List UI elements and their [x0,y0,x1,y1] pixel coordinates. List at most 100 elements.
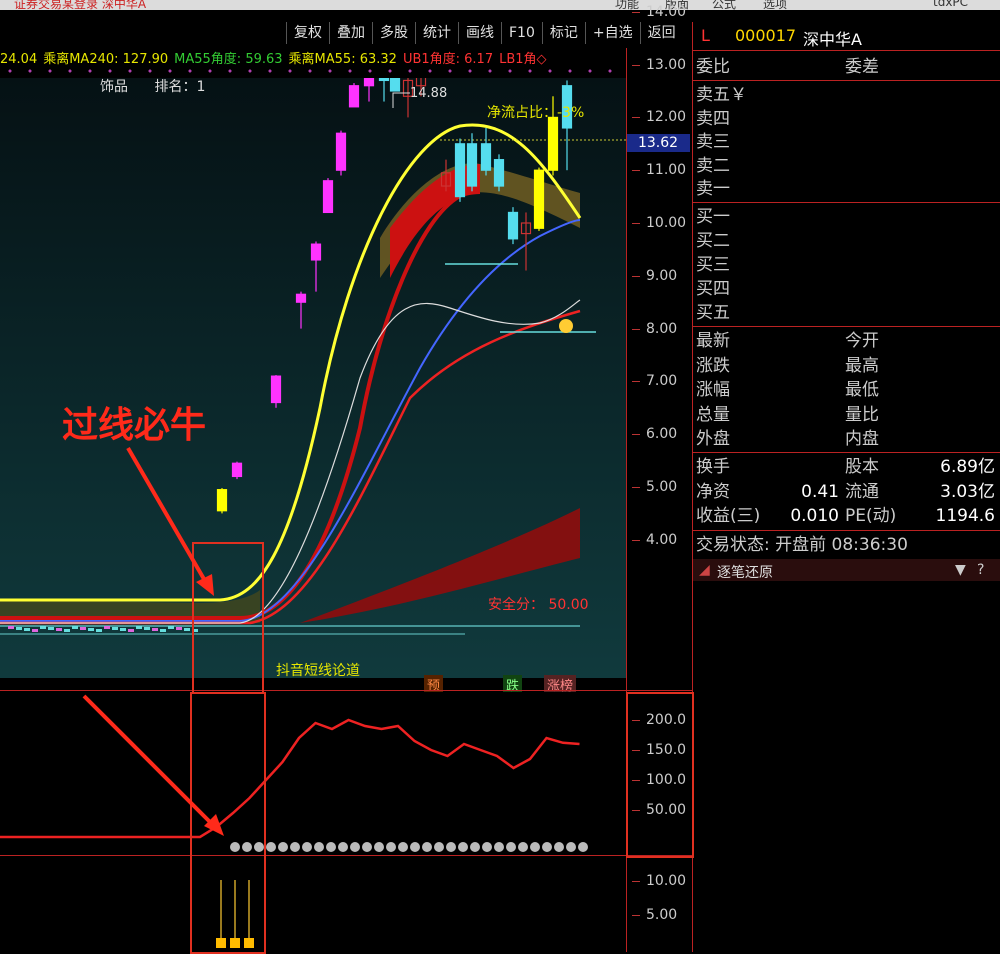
sub1-dot-12 [374,842,384,852]
candle-17[interactable] [493,154,505,192]
small-candle-0 [8,626,14,629]
indicator-text-1: 乘离MA240: 127.90 [43,52,169,67]
small-candle-6 [56,628,62,631]
price-tick-9: 5.00 [631,479,678,495]
small-candle-13 [112,627,118,630]
quote-left-2: 涨幅 [696,380,730,400]
menu-item-0[interactable]: 功能 [615,0,639,10]
sub1-dot-20 [470,842,480,852]
small-candle-11 [96,629,102,632]
candle-0[interactable] [216,488,228,514]
chart-toolbar: 复权 叠加 多股 统计 画线 F10 标记 +自选 返回 [286,22,683,46]
high-price-label: 14.88 [410,86,448,101]
sub1-dot-10 [350,842,360,852]
sub1-dot-26 [542,842,552,852]
candle-6[interactable] [335,130,347,176]
stock-name[interactable]: 深中华A [803,26,862,50]
small-candle-8 [72,626,78,629]
indicator-text-5: LB1角◇ [499,52,547,67]
toolbar-back-button[interactable]: 返回 [639,22,683,44]
toolbar-tongji-button[interactable]: 统计 [415,22,458,44]
candle-20[interactable] [533,167,545,231]
sub-indicator-chart[interactable] [0,692,626,856]
candle-2[interactable] [270,375,282,408]
small-candle-9 [80,627,86,630]
watermark-label: 抖音短线论道 [276,663,360,679]
buy-level-2: 买三 [696,255,730,275]
sell-level-4: 卖一 [696,179,730,199]
sector-label: 饰品 [100,79,128,95]
candle-1[interactable] [231,461,243,480]
menu-item-4[interactable]: tdxPC [933,0,968,9]
candle-7[interactable] [348,83,360,108]
toolbar-f10-button[interactable]: F10 [501,22,542,44]
small-candle-7 [64,629,70,632]
price-tick-7: 7.00 [631,373,678,390]
volume-signal-chart[interactable] [0,856,626,952]
toolbar-duogu-button[interactable]: 多股 [372,22,415,44]
price-tick-8: 6.00 [631,426,678,443]
stat-right-value-0: 6.89亿 [940,457,995,477]
small-candle-4 [40,626,46,629]
zhubi-bar[interactable]: ◢ 逐笔还原 ▼ ? [693,559,1000,581]
stat-left-value-1: 0.41 [801,481,839,502]
stat-right-label-2: PE(动) [845,506,897,526]
indicator-text-4: UB1角度: 6.17 [402,52,494,67]
quote-panel: L 000017 深中华A 委比 委差 交易状态: 开盘前 08:36:30 ◢… [693,22,1000,952]
price-tick-10: 4.00 [631,531,678,548]
chart-divider-1 [0,690,692,691]
flow-ratio-label: 净流占比：-3% [487,105,585,121]
sub1-dot-15 [410,842,420,852]
toolbar-zixuan-button[interactable]: +自选 [584,22,640,44]
window-titlebar: 证券交易某登录 深中华A 功能 版面 公式 选项 tdxPC [0,0,1000,10]
candle-18[interactable] [507,207,519,245]
small-candle-18 [152,628,158,631]
stock-code[interactable]: 000017 [735,26,796,45]
stat-left-label-0: 换手 [696,457,730,477]
sub1-dot-19 [458,842,468,852]
sub1-dot-25 [530,842,540,852]
stat-left-label-2: 收益(三) [696,506,761,526]
quote-right-3: 量比 [845,404,879,425]
menu-item-3[interactable]: 选项 [763,0,787,10]
sub1-dot-4 [278,842,288,852]
price-tick-1: 13.00 [631,56,687,73]
toolbar-diejia-button[interactable]: 叠加 [329,22,372,44]
candle-5[interactable] [322,178,334,214]
zhubi-help-icon[interactable]: ? [977,562,984,578]
small-candle-16 [136,626,142,629]
quote-left-3: 总量 [696,404,730,425]
sub1-dot-11 [362,842,372,852]
main-kline-chart[interactable] [0,78,626,678]
sub1-dot-9 [338,842,348,852]
small-candle-22 [184,628,190,631]
indicator-dot-line [0,68,620,74]
small-candle-5 [48,627,54,630]
weicha-label: 委差 [845,57,879,77]
candle-10[interactable] [389,78,401,92]
small-candle-20 [168,626,174,629]
weibi-label: 委比 [696,57,730,77]
menu-item-2[interactable]: 公式 [712,0,736,10]
window-title: 证券交易某登录 深中华A [14,0,147,10]
current-price-tag: 13.62 [626,134,690,152]
quote-right-0: 今开 [845,331,879,351]
sub1-dot-28 [566,842,576,852]
rank-label: 排名：1 [154,79,206,95]
zhubi-filter-icon[interactable]: ▼ [955,562,966,578]
toolbar-huaxian-button[interactable]: 画线 [458,22,501,44]
annotation-text: 过线必牛 [62,405,207,446]
stat-right-label-1: 流通 [845,481,879,502]
sell-level-3: 卖二 [696,155,730,176]
toolbar-fuquan-button[interactable]: 复权 [286,22,329,44]
quote-left-0: 最新 [696,331,730,351]
buy-level-0: 买一 [696,207,730,227]
small-candle-14 [120,628,126,631]
sector-rank-label: 饰品 排名：1 [100,76,205,96]
price-tick-5: 9.00 [631,267,678,284]
toolbar-biaoji-button[interactable]: 标记 [541,22,585,44]
candle-14[interactable] [454,138,466,202]
stat-right-value-1: 3.03亿 [940,481,995,502]
sub1-dot-18 [446,842,456,852]
sub2-tick-1: 5.00 [631,907,678,923]
